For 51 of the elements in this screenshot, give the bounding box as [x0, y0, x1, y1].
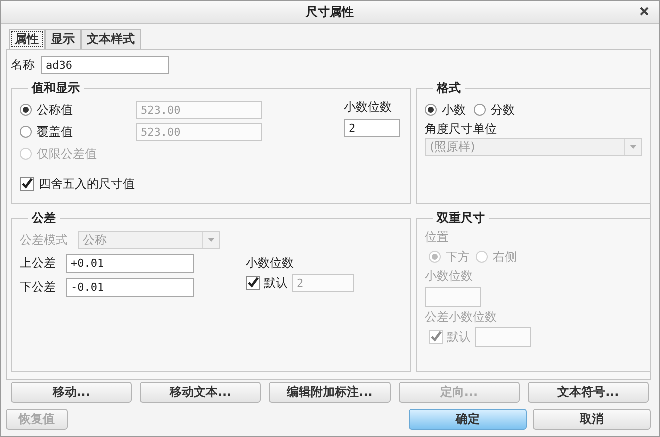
value-field: 523.00 [136, 123, 262, 141]
field-label: 小数位数 [246, 255, 295, 272]
tab[interactable]: 文本样式 [81, 29, 141, 49]
field-label: 角度尺寸单位 [425, 121, 498, 138]
radio-button[interactable] [474, 104, 486, 116]
radio-button[interactable] [20, 104, 32, 116]
checkbox[interactable] [20, 177, 34, 191]
input-field[interactable]: -0.01 [66, 278, 194, 296]
input-field[interactable]: ad36 [41, 56, 169, 74]
action-button[interactable]: 编辑附加标注... [269, 382, 391, 402]
ok-button[interactable]: 确定 [409, 408, 527, 430]
input-field[interactable]: +0.01 [66, 254, 194, 272]
window-title: 尺寸属性 [306, 4, 354, 20]
checkbox-label: 默认 [447, 328, 471, 346]
caret-icon [630, 145, 636, 149]
tab[interactable]: 属性 [9, 29, 45, 49]
field-label: 公差小数位数 [425, 309, 498, 326]
checkbox[interactable] [246, 276, 260, 290]
radio-label: 小数 [442, 102, 466, 118]
input-field[interactable]: 2 [344, 119, 400, 137]
caret-icon [208, 238, 214, 242]
field-label: 小数位数 [425, 268, 474, 285]
value-field: 523.00 [136, 101, 262, 119]
radio-button[interactable] [425, 104, 437, 116]
checkbox-label: 四舍五入的尺寸值 [39, 176, 135, 192]
input-field[interactable] [475, 327, 531, 347]
group-title: 格式 [436, 80, 462, 97]
radio-label: 右侧 [493, 248, 517, 266]
group-title: 公差 [30, 210, 57, 227]
group-title: 值和显示 [30, 80, 81, 97]
field-label: 名称 [11, 56, 35, 74]
field-label: 小数位数 [344, 99, 393, 116]
group-title: 双重尺寸 [436, 210, 486, 227]
field-label: 下公差 [20, 278, 57, 296]
radio-button[interactable] [20, 126, 32, 138]
cancel-button[interactable]: 取消 [533, 408, 651, 430]
tab[interactable]: 显示 [45, 29, 81, 49]
input-field[interactable] [425, 287, 481, 307]
checkbox-label: 默认 [264, 274, 288, 292]
field-label: 公差模式 [20, 232, 69, 248]
field-label: 位置 [425, 229, 450, 246]
radio-label: 分数 [491, 102, 515, 118]
radio-label: 仅限公差值 [37, 146, 97, 162]
radio-label: 下方 [446, 248, 470, 266]
close-icon[interactable] [640, 7, 649, 16]
action-button[interactable]: 移动文本... [140, 382, 262, 402]
action-button[interactable]: 移动... [11, 382, 132, 402]
action-button[interactable]: 文本符号... [528, 382, 650, 402]
field-label: 上公差 [20, 254, 57, 272]
radio-label: 覆盖值 [37, 124, 73, 140]
radio-label: 公称值 [37, 102, 73, 118]
